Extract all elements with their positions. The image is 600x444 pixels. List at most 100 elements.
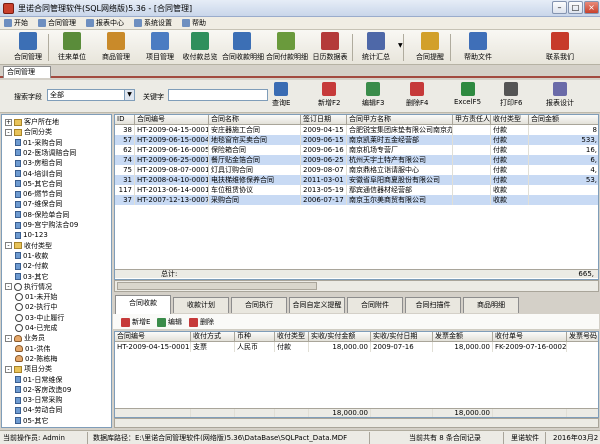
contract-table-hscroll[interactable]: [114, 280, 599, 292]
tree-node[interactable]: 04-劳动合同: [15, 405, 62, 415]
minimize-button[interactable]: –: [552, 1, 567, 14]
detail-button-0[interactable]: 新增E: [121, 317, 150, 327]
detail-tab-5[interactable]: 合同扫描件: [405, 297, 461, 313]
column-header[interactable]: 收付类型: [491, 115, 529, 125]
maximize-button[interactable]: □: [568, 1, 583, 14]
toolbar-button-7[interactable]: 日历数据表: [310, 32, 350, 64]
search-button-5[interactable]: 打印F6: [500, 82, 522, 108]
tree-node[interactable]: + 客户所在地: [5, 117, 59, 127]
detail-tab-2[interactable]: 合同执行: [231, 297, 287, 313]
tree-node[interactable]: 07-维保合同: [15, 199, 62, 209]
tree-node[interactable]: 01-收款: [15, 251, 48, 261]
toolbar-button-0[interactable]: 合同管理: [8, 32, 48, 64]
chevron-down-icon[interactable]: ▼: [124, 90, 134, 100]
tree-node[interactable]: 03-其它: [15, 272, 48, 282]
table-row[interactable]: 74 HT-2009-06-25-0001 餐厅贴金箔合同 2009-06-25 杭州天…: [115, 155, 598, 165]
menu-item-4[interactable]: 帮助: [182, 18, 206, 28]
tree-node[interactable]: 10-123: [15, 230, 48, 240]
column-header[interactable]: 签订日期: [301, 115, 347, 125]
keyword-input[interactable]: [168, 89, 268, 101]
column-header[interactable]: 实收/实付金额: [309, 332, 371, 342]
receipt-table-hscroll[interactable]: [114, 418, 599, 428]
column-header[interactable]: 收付类型: [275, 332, 309, 342]
column-header[interactable]: 币种: [235, 332, 275, 342]
column-header[interactable]: 实收/实付日期: [371, 332, 433, 342]
column-header[interactable]: 收付方式: [191, 332, 235, 342]
collapse-icon[interactable]: -: [5, 283, 12, 291]
tree-node[interactable]: 02-医场调赔合同: [15, 148, 76, 158]
tree-node[interactable]: 02-客房改造09: [15, 385, 71, 395]
toolbar-button-4[interactable]: 收付款总览: [180, 32, 220, 64]
table-row[interactable]: 62 HT-2009-06-16-0005 保险箱合同 2009-06-16 南京机场专…: [115, 145, 598, 155]
search-button-4[interactable]: ExcelF5: [454, 82, 481, 106]
tree-node[interactable]: 02-陈栋梅: [15, 354, 57, 364]
toolbar-button-2[interactable]: 商品管理: [96, 32, 136, 64]
column-header[interactable]: 合同编号: [135, 115, 209, 125]
toolbar-button-8[interactable]: 统计汇总: [356, 32, 396, 64]
expand-icon[interactable]: +: [5, 118, 12, 126]
detail-tab-4[interactable]: 合同附件: [347, 297, 403, 313]
tree-node[interactable]: - 执行情况: [5, 282, 52, 292]
toolbar-button-5[interactable]: 合同收款明细: [222, 32, 264, 64]
collapse-icon[interactable]: -: [5, 365, 12, 373]
tree-node[interactable]: 01-日常维保: [15, 375, 62, 385]
column-header[interactable]: 发票号码: [567, 332, 598, 342]
tree-node[interactable]: 04-培训合同: [15, 169, 62, 179]
toolbar-button-9[interactable]: 合同提醒: [410, 32, 450, 64]
detail-tab-1[interactable]: 收款计划: [173, 297, 229, 313]
table-row[interactable]: 37 HT-2007-12-13-0007 采购合同 2006-07-17 南京玉尔美商…: [115, 195, 598, 205]
tree-node[interactable]: 03-房租合同: [15, 158, 62, 168]
column-header[interactable]: 发票金额: [433, 332, 493, 342]
tree-node[interactable]: - 收付类型: [5, 241, 52, 251]
table-row[interactable]: HT-2009-04-15-0001 支票 人民币 付款 18,000.00 2009-0…: [115, 342, 598, 352]
toolbar-button-10[interactable]: 帮助文件: [458, 32, 498, 64]
collapse-icon[interactable]: -: [5, 242, 12, 250]
column-header[interactable]: 收付单号: [493, 332, 567, 342]
toolbar-button-1[interactable]: 往来单位: [52, 32, 92, 64]
tree-node[interactable]: 05-其它合同: [15, 179, 62, 189]
menu-item-2[interactable]: 报表中心: [86, 18, 124, 28]
tree-node[interactable]: 03-日常采购: [15, 395, 62, 405]
tree-node[interactable]: 02-付款: [15, 261, 48, 271]
search-button-2[interactable]: 编辑F3: [362, 82, 384, 108]
collapse-icon[interactable]: -: [5, 128, 12, 136]
tree-node[interactable]: 08-保险单合同: [15, 210, 69, 220]
detail-button-2[interactable]: 删除: [189, 317, 214, 327]
column-header[interactable]: 甲方责任人: [453, 115, 491, 125]
tree-node[interactable]: - 合同分类: [5, 127, 52, 137]
column-header[interactable]: 合同名称: [209, 115, 301, 125]
table-row[interactable]: 117 HT-2013-06-14-0001 车位租赁协议 2013-05-19 鄢宾通…: [115, 185, 598, 195]
search-button-0[interactable]: 查询E: [272, 82, 290, 108]
detail-tab-6[interactable]: 商品明细: [463, 297, 519, 313]
tree-node[interactable]: 01-采购合同: [15, 138, 62, 148]
tree-node[interactable]: 02-执行中: [15, 302, 57, 312]
close-button[interactable]: ×: [584, 1, 599, 14]
search-button-3[interactable]: 删除F4: [406, 82, 428, 108]
column-header[interactable]: 合同金额: [529, 115, 598, 125]
tree-node[interactable]: 06-燃节合同: [15, 189, 62, 199]
collapse-icon[interactable]: -: [5, 334, 12, 342]
tree-node[interactable]: - 业务员: [5, 333, 45, 343]
detail-button-1[interactable]: 编辑: [157, 317, 182, 327]
toolbar-button-11[interactable]: 联系我们: [540, 32, 580, 64]
column-header[interactable]: ID: [115, 115, 135, 125]
tab-contract-management[interactable]: 合同管理: [3, 66, 51, 78]
menu-item-3[interactable]: 系统设置: [134, 18, 172, 28]
table-row[interactable]: 38 HT-2009-04-15-0001 安庄器施工合同 2009-04-15 合肥锐…: [115, 125, 598, 135]
detail-tab-3[interactable]: 合同自定义提醒: [289, 297, 345, 313]
tree-node[interactable]: - 项目分类: [5, 364, 52, 374]
detail-tab-0[interactable]: 合同收款: [115, 295, 171, 314]
tree-node[interactable]: 04-已完成: [15, 323, 57, 333]
chevron-down-icon[interactable]: ▼: [398, 42, 403, 49]
search-button-6[interactable]: 报表设计: [546, 82, 574, 108]
column-header[interactable]: 合同甲方名称: [347, 115, 453, 125]
table-row[interactable]: 57 HT-2009-06-15-0004 地毯窗帘买卖合同 2009-06-15 南京…: [115, 135, 598, 145]
tree-node[interactable]: 01-未开始: [15, 292, 57, 302]
tree-node[interactable]: 09-宫宁购法合09: [15, 220, 78, 230]
table-row[interactable]: 31 HT-2008-04-10-0001 电扶梯维修保养合同 2011-03-01 安…: [115, 175, 598, 185]
search-button-1[interactable]: 新增F2: [318, 82, 340, 108]
toolbar-button-6[interactable]: 合同付款明细: [266, 32, 308, 64]
menu-item-1[interactable]: 合同管理: [38, 18, 76, 28]
tree-node[interactable]: 05-其它: [15, 416, 48, 426]
toolbar-button-3[interactable]: 项目管理: [140, 32, 180, 64]
